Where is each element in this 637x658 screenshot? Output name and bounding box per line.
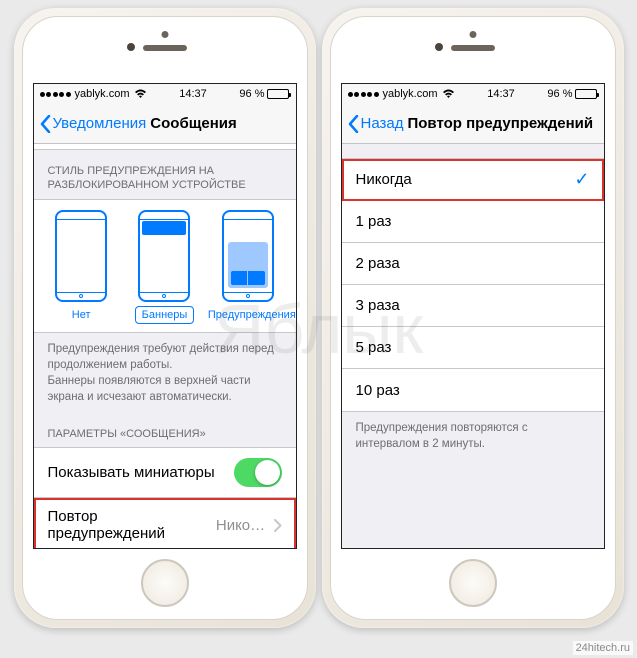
style-label-banners: Баннеры xyxy=(135,306,195,324)
content-scroll[interactable]: Никогда ✓ 1 раз 2 раза 3 раза xyxy=(342,144,604,548)
credit-label: 24hitech.ru xyxy=(573,641,633,655)
battery-percent: 96 % xyxy=(239,88,264,100)
repeat-option-10[interactable]: 10 раз xyxy=(342,369,604,411)
alert-style-picker: Нет Баннеры xyxy=(34,199,296,333)
checkmark-icon: ✓ xyxy=(574,169,589,190)
back-label: Назад xyxy=(361,115,404,132)
nav-title: Сообщения xyxy=(150,115,236,132)
chevron-left-icon xyxy=(40,115,51,133)
style-banners-icon xyxy=(138,210,190,302)
status-bar: yablyk.com 14:37 96 % xyxy=(342,84,604,104)
battery-icon xyxy=(575,89,597,99)
style-option-none[interactable]: Нет xyxy=(41,210,121,324)
carrier-label: yablyk.com xyxy=(383,88,438,100)
option-label: 5 раз xyxy=(356,339,392,356)
option-label: 10 раз xyxy=(356,382,400,399)
section-header-style: СТИЛЬ ПРЕДУПРЕЖДЕНИЯ НА РАЗБЛОКИРОВАННОМ… xyxy=(34,150,296,199)
option-label: 2 раза xyxy=(356,255,400,272)
show-previews-cell[interactable]: Показывать миниатюры xyxy=(34,448,296,498)
phone-frame-left: yablyk.com 14:37 96 % xyxy=(14,8,316,628)
home-button[interactable] xyxy=(449,559,497,607)
nav-title: Повтор предупреждений xyxy=(407,115,593,132)
wifi-icon xyxy=(442,89,455,99)
style-option-banners[interactable]: Баннеры xyxy=(124,210,204,324)
repeat-option-3[interactable]: 3 раза xyxy=(342,285,604,327)
show-previews-label: Показывать миниатюры xyxy=(48,464,215,481)
carrier-label: yablyk.com xyxy=(75,88,130,100)
phone-inner: yablyk.com 14:37 96 % xyxy=(22,16,308,620)
nav-bar: Уведомления Сообщения xyxy=(34,104,296,144)
screen-left: yablyk.com 14:37 96 % xyxy=(33,83,297,549)
style-footer: Предупреждения требуют действия перед пр… xyxy=(34,333,296,413)
back-button[interactable]: Уведомления xyxy=(40,115,147,133)
proximity-sensor xyxy=(469,31,476,38)
show-previews-switch[interactable] xyxy=(234,458,282,487)
nav-bar: Назад Повтор предупреждений xyxy=(342,104,604,144)
repeat-alerts-label: Повтор предупреждений xyxy=(48,508,216,542)
home-button[interactable] xyxy=(141,559,189,607)
status-time: 14:37 xyxy=(487,88,515,100)
front-camera xyxy=(435,43,443,51)
repeat-option-5[interactable]: 5 раз xyxy=(342,327,604,369)
speaker-grille xyxy=(451,45,495,51)
back-button[interactable]: Назад xyxy=(348,115,404,133)
phone-inner: yablyk.com 14:37 96 % xyxy=(330,16,616,620)
repeat-option-1[interactable]: 1 раз xyxy=(342,201,604,243)
option-label: Никогда xyxy=(356,171,412,188)
style-option-alerts[interactable]: Предупреждения xyxy=(208,210,288,324)
proximity-sensor xyxy=(161,31,168,38)
signal-dots-icon xyxy=(40,92,71,97)
wifi-icon xyxy=(134,89,147,99)
option-label: 3 раза xyxy=(356,297,400,314)
status-time: 14:37 xyxy=(179,88,207,100)
repeat-option-2[interactable]: 2 раза xyxy=(342,243,604,285)
repeat-options-group: Никогда ✓ 1 раз 2 раза 3 раза xyxy=(342,158,604,412)
front-camera xyxy=(127,43,135,51)
phone-frame-right: yablyk.com 14:37 96 % xyxy=(322,8,624,628)
style-none-icon xyxy=(55,210,107,302)
params-group: Показывать миниатюры Повтор предупрежден… xyxy=(34,447,296,548)
repeat-option-never[interactable]: Никогда ✓ xyxy=(342,159,604,201)
repeat-footer: Предупреждения повторяются с интервалом … xyxy=(342,412,604,460)
status-bar: yablyk.com 14:37 96 % xyxy=(34,84,296,104)
style-alerts-icon xyxy=(222,210,274,302)
back-label: Уведомления xyxy=(53,115,147,132)
style-label-alerts: Предупреждения xyxy=(208,309,296,321)
content-scroll[interactable]: СТИЛЬ ПРЕДУПРЕЖДЕНИЯ НА РАЗБЛОКИРОВАННОМ… xyxy=(34,144,296,548)
style-label-none: Нет xyxy=(72,309,91,321)
truncated-row xyxy=(34,144,296,150)
screen-right: yablyk.com 14:37 96 % xyxy=(341,83,605,549)
section-header-params: ПАРАМЕТРЫ «СООБЩЕНИЯ» xyxy=(34,413,296,447)
battery-icon xyxy=(267,89,289,99)
repeat-alerts-value: Никог… xyxy=(216,517,270,534)
speaker-grille xyxy=(143,45,187,51)
chevron-right-icon xyxy=(274,519,282,532)
battery-percent: 96 % xyxy=(547,88,572,100)
chevron-left-icon xyxy=(348,115,359,133)
signal-dots-icon xyxy=(348,92,379,97)
option-label: 1 раз xyxy=(356,213,392,230)
repeat-alerts-cell[interactable]: Повтор предупреждений Никог… xyxy=(34,498,296,548)
